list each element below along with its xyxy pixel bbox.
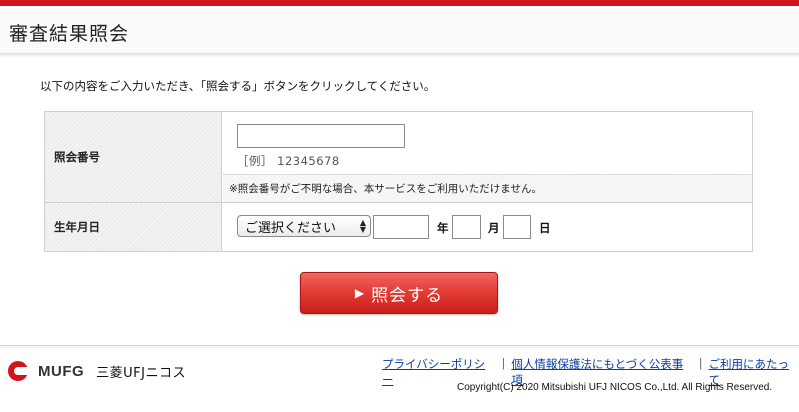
era-select-value: ご選択ください (245, 220, 337, 236)
year-unit: 年 (437, 221, 449, 235)
month-unit: 月 (488, 221, 500, 235)
day-unit: 日 (539, 221, 551, 235)
era-select[interactable]: ご選択ください ▲ ▼ (237, 215, 371, 237)
mufg-logo-icon (8, 361, 28, 381)
select-arrows-icon: ▲ ▼ (359, 218, 366, 234)
play-arrow-icon: ▶ (354, 286, 366, 300)
logo-subtext: 三菱UFJニコス (96, 365, 186, 381)
logo-text: MUFG (38, 362, 85, 380)
footer-divider (0, 345, 799, 346)
company-logo: MUFG 三菱UFJニコス (7, 360, 186, 382)
birth-day-input[interactable] (503, 215, 531, 239)
page-header: 審査結果照会 (0, 6, 799, 54)
birth-year-input[interactable] (373, 215, 429, 239)
birthdate-label: 生年月日 (45, 203, 222, 251)
footer-divider-shadow (0, 347, 799, 348)
submit-inquiry-button[interactable]: ▶ 照会する (300, 272, 498, 314)
inquiry-number-example: ［例］ 12345678 (237, 154, 340, 168)
submit-label: 照会する (371, 285, 444, 306)
copyright-text: Copyright(C) 2020 Mitsubishi UFJ NICOS C… (457, 382, 773, 393)
inquiry-form: 照会番号 ［例］ 12345678 ※照会番号がご不明な場合、本サービスをご利用… (44, 111, 753, 252)
inquiry-number-label: 照会番号 (45, 112, 222, 202)
inquiry-number-input[interactable] (237, 124, 405, 148)
birth-month-input[interactable] (452, 215, 481, 239)
inquiry-number-note: ※照会番号がご不明な場合、本サービスをご利用いただけません。 (223, 174, 752, 202)
header-shadow (0, 54, 799, 58)
instruction-text: 以下の内容をご入力いただき、「照会する」ボタンをクリックしてください。 (40, 79, 436, 93)
page-title: 審査結果照会 (9, 23, 130, 45)
